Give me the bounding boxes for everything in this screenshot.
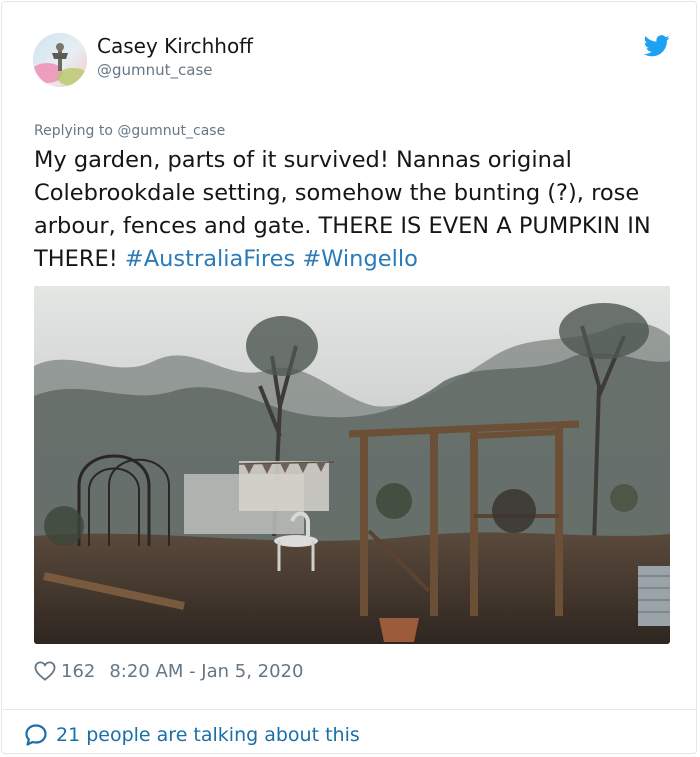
tweet-meta: 162 8:20 AM - Jan 5, 2020 — [34, 658, 303, 684]
hashtag-wingello[interactable]: #Wingello — [302, 246, 418, 272]
garden-photo-image — [34, 286, 670, 644]
avatar[interactable] — [33, 33, 87, 87]
conversation-link[interactable]: 21 people are talking about this — [24, 720, 360, 750]
author-name[interactable]: Casey Kirchhoff — [97, 34, 253, 58]
speech-bubble-icon — [25, 724, 47, 746]
talking-count-label[interactable]: 21 people are talking about this — [56, 724, 360, 746]
like-count[interactable]: 162 — [61, 661, 95, 682]
tweet-photo[interactable] — [34, 286, 670, 644]
twitter-bird-icon[interactable] — [643, 35, 670, 57]
replying-to: Replying to @gumnut_case — [34, 123, 226, 139]
tweet-card: Casey Kirchhoff @gumnut_case Replying to… — [1, 1, 697, 754]
timestamp[interactable]: 8:20 AM - Jan 5, 2020 — [109, 661, 303, 682]
author-handle[interactable]: @gumnut_case — [97, 60, 213, 80]
heart-icon[interactable] — [34, 661, 56, 681]
divider — [3, 709, 697, 710]
tweet-text: My garden, parts of it survived! Nannas … — [34, 144, 674, 276]
hashtag-australiafires[interactable]: #AustraliaFires — [125, 246, 295, 272]
